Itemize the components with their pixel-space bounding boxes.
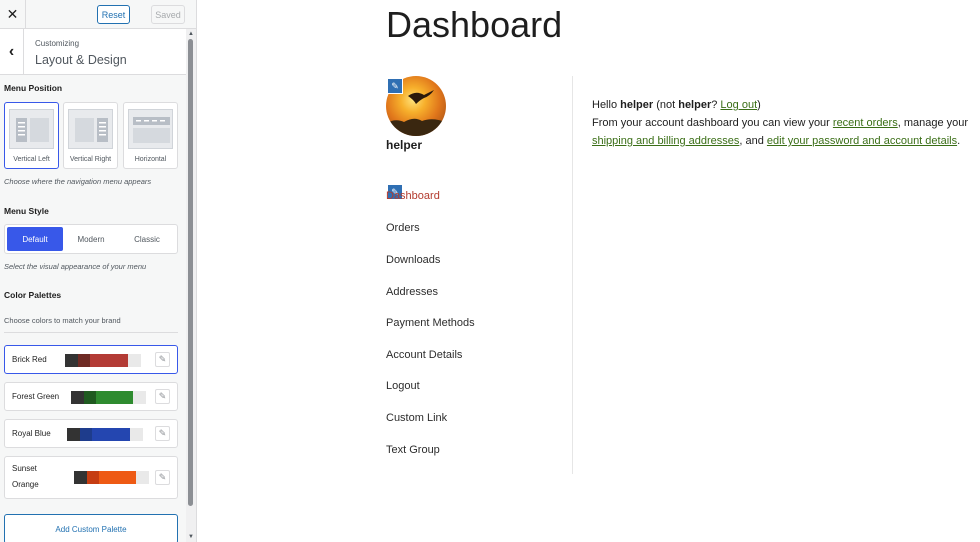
pencil-icon[interactable]: ✎ <box>155 352 170 367</box>
menu-style-title: Menu Style <box>4 206 49 216</box>
horizontal-layout-icon <box>128 109 173 149</box>
palette-brick-red[interactable]: Brick Red ✎ <box>4 345 178 374</box>
dashboard-intro: From your account dashboard you can view… <box>592 114 980 150</box>
vertical-left-layout-icon <box>9 109 54 149</box>
position-option-label: Vertical Right <box>69 156 112 163</box>
page-title: Dashboard <box>386 4 563 45</box>
palette-swatches <box>65 354 141 367</box>
intro-text: , manage your <box>897 117 969 129</box>
palette-sunset-orange[interactable]: Sunset Orange ✎ <box>4 456 178 499</box>
back-icon[interactable]: ‹ <box>0 29 24 75</box>
style-option-default[interactable]: Default <box>7 227 63 251</box>
pencil-icon[interactable]: ✎ <box>155 470 170 485</box>
nav-item-text-group[interactable]: Text Group <box>386 444 440 456</box>
addresses-link[interactable]: shipping and billing addresses <box>592 135 739 147</box>
account-dashboard-content: Hello helper (not helper? Log out) From … <box>592 96 980 150</box>
nav-item-custom-link[interactable]: Custom Link <box>386 412 447 424</box>
nav-item-logout[interactable]: Logout <box>386 380 420 392</box>
intro-text: . <box>957 135 961 147</box>
palette-forest-green[interactable]: Forest Green ✎ <box>4 382 178 411</box>
nav-item-account-details[interactable]: Account Details <box>386 349 462 361</box>
menu-position-description: Choose where the navigation menu appears <box>4 177 152 186</box>
vertical-right-layout-icon <box>68 109 113 149</box>
greeting-text: ) <box>757 99 761 111</box>
palette-swatches <box>71 391 146 404</box>
greeting-username: helper <box>620 99 654 111</box>
position-option-label: Horizontal <box>134 156 167 163</box>
site-preview: Dashboard ✎ helper ✎ Dashboard Orders Do… <box>197 0 980 542</box>
greeting-username: helper <box>678 99 712 111</box>
divider <box>572 76 573 474</box>
menu-style-toggle: Default Modern Classic <box>4 224 178 254</box>
pencil-icon[interactable]: ✎ <box>155 426 170 441</box>
greeting: Hello helper (not helper? Log out) <box>592 96 980 114</box>
palette-swatches <box>67 428 143 441</box>
palette-name: Brick Red <box>12 355 47 364</box>
intro-text: , and <box>739 135 767 147</box>
close-icon[interactable]: ✕ <box>0 0 26 28</box>
position-option-vertical-right[interactable]: Vertical Right <box>63 102 118 169</box>
greeting-text: Hello <box>592 99 621 111</box>
palette-swatches <box>74 471 149 484</box>
palette-name: Sunset Orange <box>12 464 39 489</box>
scrollbar[interactable]: ▲ ▼ <box>186 29 196 542</box>
scroll-down-icon[interactable]: ▼ <box>186 532 196 542</box>
palette-name: Forest Green <box>12 392 60 401</box>
position-option-vertical-left[interactable]: Vertical Left <box>4 102 59 169</box>
pencil-icon[interactable]: ✎ <box>155 389 170 404</box>
menu-style-description: Select the visual appearance of your men… <box>4 262 147 271</box>
customizer-controls: Menu Position Vertical Left Vertical Rig… <box>0 76 186 542</box>
logout-link[interactable]: Log out <box>720 99 757 111</box>
pencil-icon[interactable]: ✎ <box>387 78 403 94</box>
nav-item-dashboard[interactable]: Dashboard <box>386 190 440 202</box>
color-palettes-title: Color Palettes <box>4 290 62 300</box>
customizer-sidebar: ✕ Reset Saved ‹ Customizing Layout & Des… <box>0 0 197 542</box>
recent-orders-link[interactable]: recent orders <box>833 117 898 129</box>
breadcrumb: Customizing <box>35 39 80 48</box>
palette-royal-blue[interactable]: Royal Blue ✎ <box>4 419 178 448</box>
add-custom-palette-button[interactable]: Add Custom Palette <box>4 514 178 542</box>
style-option-classic[interactable]: Classic <box>119 227 175 251</box>
edit-account-link[interactable]: edit your password and account details <box>767 135 957 147</box>
nav-item-addresses[interactable]: Addresses <box>386 286 438 298</box>
username: helper <box>386 138 423 152</box>
greeting-text: (not <box>653 99 679 111</box>
intro-text: From your account dashboard you can view… <box>592 117 833 129</box>
position-option-horizontal[interactable]: Horizontal <box>123 102 178 169</box>
section-header: ‹ Customizing Layout & Design <box>0 29 186 75</box>
nav-item-downloads[interactable]: Downloads <box>386 254 440 266</box>
menu-position-title: Menu Position <box>4 83 63 93</box>
customizer-header-bar: ✕ Reset Saved <box>0 0 196 29</box>
section-title: Layout & Design <box>35 53 127 67</box>
divider <box>4 332 178 333</box>
saved-button: Saved <box>151 5 185 24</box>
scrollbar-thumb[interactable] <box>188 39 193 506</box>
reset-button[interactable]: Reset <box>97 5 130 24</box>
scroll-up-icon[interactable]: ▲ <box>186 29 196 39</box>
color-palettes-description: Choose colors to match your brand <box>4 316 121 325</box>
position-option-label: Vertical Left <box>13 156 50 163</box>
style-option-modern[interactable]: Modern <box>63 227 119 251</box>
nav-item-payment-methods[interactable]: Payment Methods <box>386 317 475 329</box>
nav-item-orders[interactable]: Orders <box>386 222 420 234</box>
palette-name: Royal Blue <box>12 429 51 438</box>
